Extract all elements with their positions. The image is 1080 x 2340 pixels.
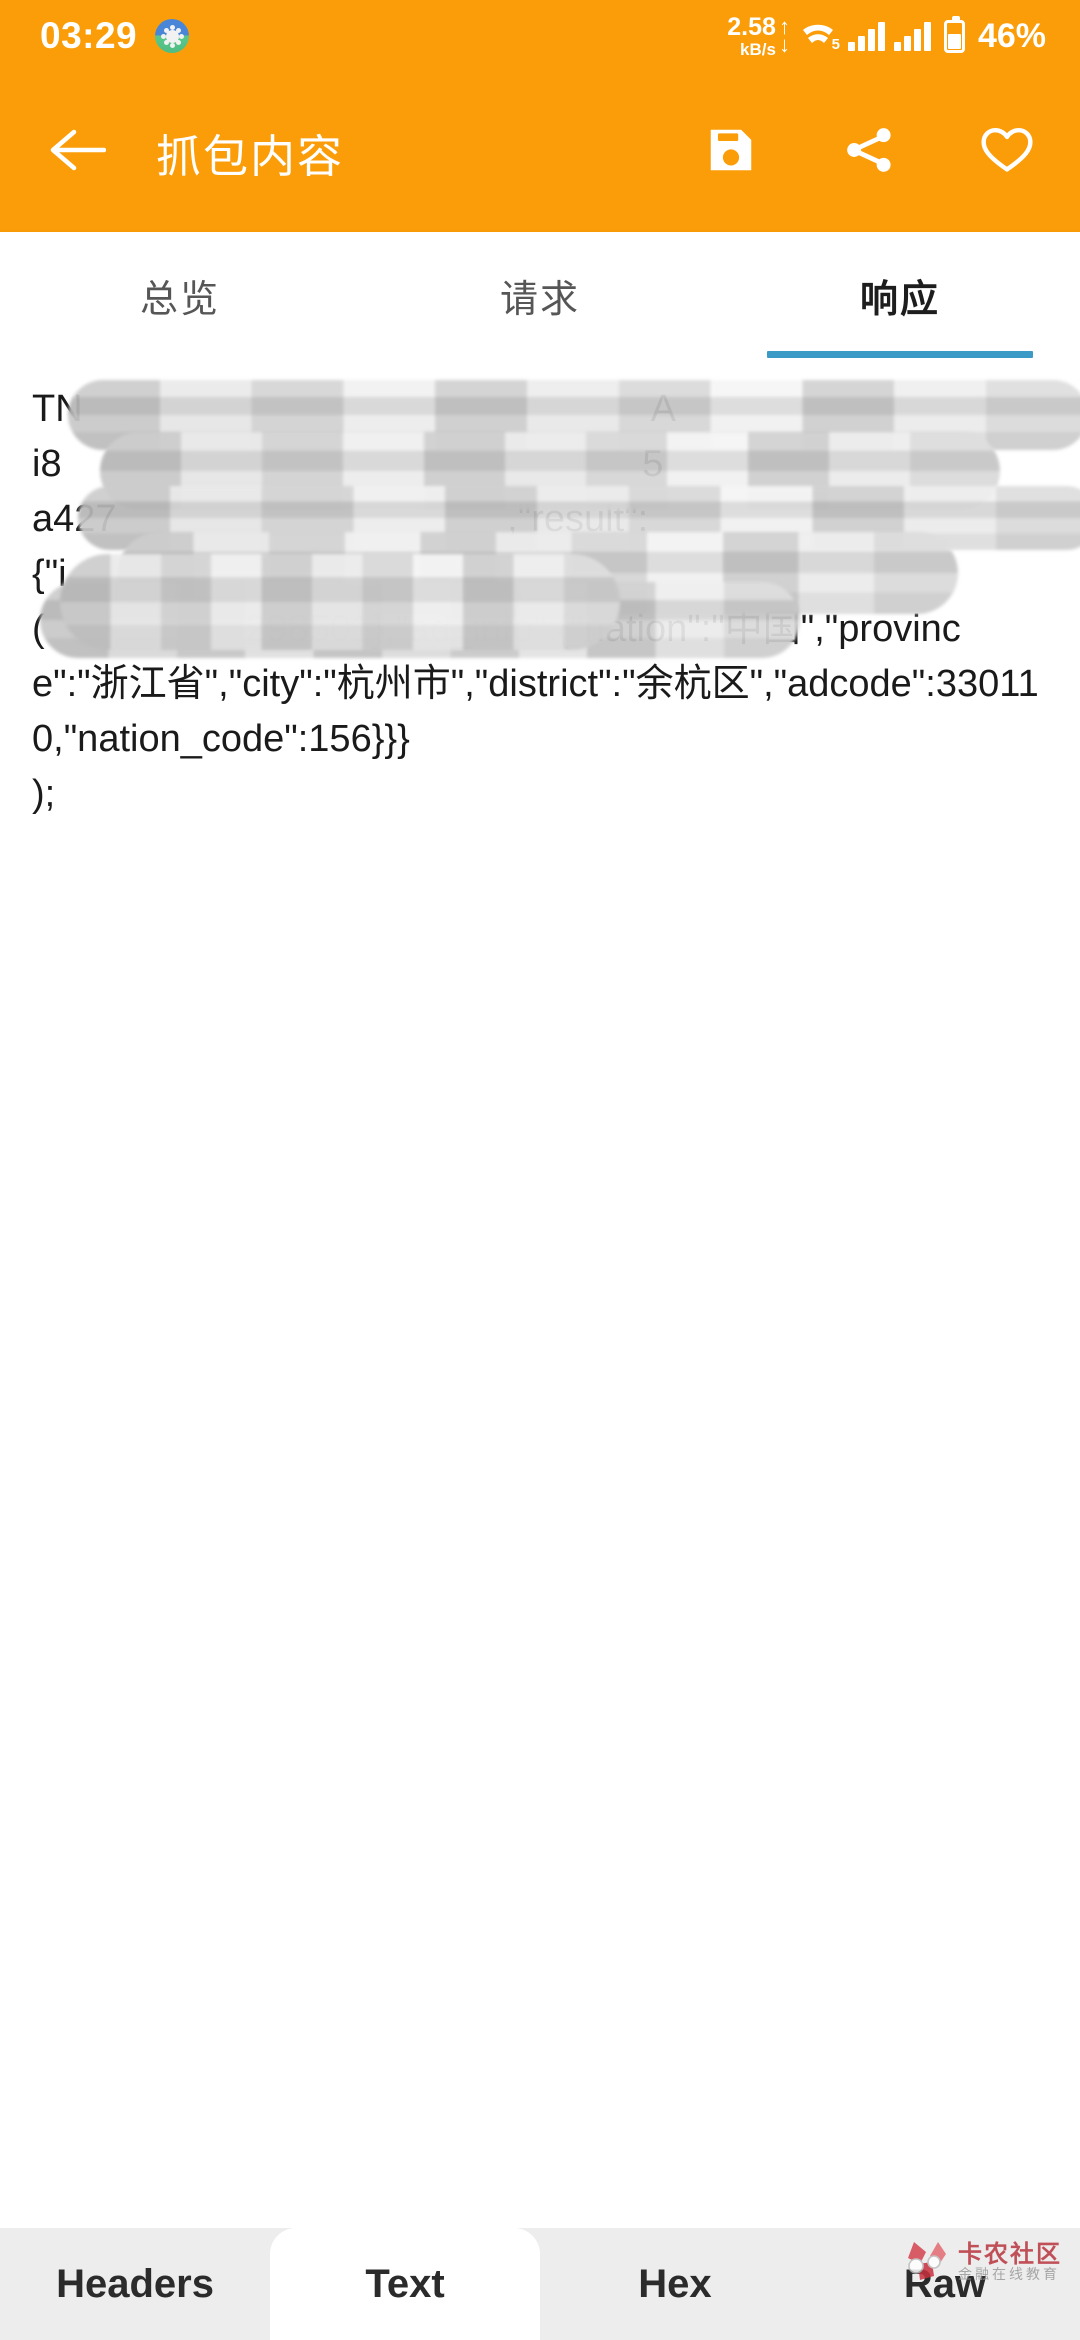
section-tabs: 总览 请求 响应 (0, 232, 1080, 358)
network-speed-unit: kB/s (740, 39, 776, 59)
battery-percent-label: 46% (977, 16, 1046, 55)
app-screen: 03:29 2.58 kB/s ↑ ↓ 5 46% 抓包内容 总览 请求 响应 … (0, 0, 1080, 2340)
response-body-text: TN A i8 5 a427 ,"result": {"i . (298501… (32, 388, 1039, 815)
share-icon (842, 123, 896, 182)
battery-icon (943, 15, 965, 53)
bottom-tab-hex[interactable]: Hex (540, 2228, 810, 2340)
back-button[interactable] (40, 114, 116, 190)
share-button[interactable] (832, 115, 906, 189)
network-speed-indicator: 2.58 kB/s ↑ ↓ (727, 12, 790, 59)
app-bar: 抓包内容 (0, 72, 1080, 232)
bottom-tab-text[interactable]: Text (270, 2228, 540, 2340)
status-bar-left: 03:29 (40, 15, 190, 57)
signal-bars-icon-2 (893, 21, 931, 51)
response-body-panel[interactable]: TN A i8 5 a427 ,"result": {"i . (298501… (0, 358, 1080, 2178)
network-speed-value: 2.58 (727, 12, 776, 41)
bottom-tab-headers-label: Headers (56, 2261, 214, 2306)
tab-request[interactable]: 请求 (360, 232, 720, 358)
tab-response[interactable]: 响应 (720, 232, 1080, 358)
save-floppy-icon (704, 123, 758, 182)
bottom-tab-headers[interactable]: Headers (0, 2228, 270, 2340)
android-app-icon (155, 19, 190, 53)
network-generation-label: 5 (831, 36, 840, 53)
wifi-icon: 5 (799, 20, 840, 53)
page-title: 抓包内容 (156, 130, 345, 182)
bottom-tab-bar: Headers Text Hex Raw (0, 2228, 1080, 2340)
status-bar: 03:29 2.58 kB/s ↑ ↓ 5 46% (0, 0, 1080, 72)
save-button[interactable] (694, 115, 768, 189)
tab-request-label: 请求 (499, 278, 580, 321)
tab-overview-label: 总览 (139, 278, 220, 321)
back-arrow-icon (50, 128, 107, 177)
tab-overview[interactable]: 总览 (0, 232, 360, 358)
bottom-tab-text-label: Text (365, 2261, 445, 2306)
tab-response-label: 响应 (859, 278, 940, 321)
download-arrow-icon: ↓ (778, 32, 790, 57)
status-bar-right: 2.58 kB/s ↑ ↓ 5 46% (727, 12, 1046, 59)
status-clock: 03:29 (40, 15, 138, 56)
favorite-button[interactable] (970, 115, 1044, 189)
heart-icon (979, 122, 1035, 183)
bottom-tab-hex-label: Hex (638, 2261, 712, 2306)
signal-bars-icon-1 (847, 21, 885, 51)
bottom-tab-raw-label: Raw (903, 2261, 987, 2306)
app-bar-actions (694, 115, 1044, 189)
bottom-tab-raw[interactable]: Raw (810, 2228, 1080, 2340)
